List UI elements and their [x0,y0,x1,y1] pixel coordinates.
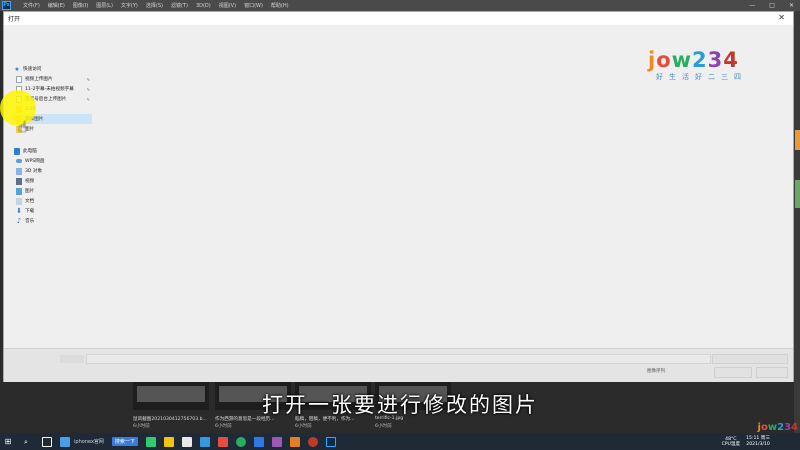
menu-3d[interactable]: 3D(D) [196,3,211,9]
menu-bar: Ps 文件(F) 编辑(E) 图像(I) 图层(L) 文字(Y) 选择(S) 滤… [0,0,800,11]
clock[interactable]: 15:11 周三 2021/3/10 [746,436,770,448]
photoshop-window: Ps 文件(F) 编辑(E) 图像(I) 图层(L) 文字(Y) 选择(S) 滤… [0,0,800,450]
nav-label: 3D 对象 [25,169,43,174]
app-icon[interactable] [289,436,300,447]
chrome-icon[interactable] [235,436,246,447]
minimize-icon[interactable]: — [749,2,755,9]
nav-label: 图片 [25,189,35,194]
app-icon[interactable] [253,436,264,447]
watermark-logo: jow234 好生活好二三四 [648,48,778,82]
cloud-icon [16,159,22,163]
menu-layer[interactable]: 图层(L) [96,2,113,9]
dialog-footer: 图像序列 [4,348,793,382]
menu-filter[interactable]: 滤镜(T) [171,2,188,9]
dialog-title: 打开 [8,16,21,23]
computer-icon [14,147,20,155]
app-icon[interactable] [217,436,228,447]
photoshop-taskbar-icon[interactable] [325,436,336,447]
app-icon[interactable] [181,436,192,447]
menu-file[interactable]: 文件(F) [23,2,40,9]
thumb-time: 6小时前 [375,424,392,429]
panel-tab[interactable] [795,130,800,150]
app-icon[interactable] [145,436,156,447]
nav-this-pc[interactable]: 此电脑 [12,146,92,156]
photoshop-logo-icon: Ps [2,1,11,10]
thumb-time: 6小时前 [215,424,232,429]
pictures-icon [16,187,22,195]
documents-icon [16,197,22,205]
pin-icon: ✎ [86,86,90,92]
file-explorer-icon[interactable] [163,436,174,447]
window-controls: — □ ✕ [749,0,794,11]
app-icon[interactable] [199,436,210,447]
logo-text: jow234 [648,48,739,72]
menu-type[interactable]: 文字(Y) [121,2,138,9]
nav-label: 音乐 [25,219,35,224]
record-icon[interactable] [307,436,318,447]
cancel-button[interactable] [756,367,788,378]
hand-cursor-icon: ☝ [18,118,28,136]
nav-item[interactable]: 3D 对象 [12,166,92,176]
menu-window[interactable]: 窗口(W) [244,2,263,9]
nav-quick-access[interactable]: ★ 快速访问 [12,64,92,74]
panel-tab[interactable] [795,180,800,208]
task-view-icon[interactable] [42,436,52,447]
nav-label: 视频 [25,179,35,184]
nav-item[interactable]: 文档 [12,196,92,206]
video-icon [16,177,22,185]
download-icon: ⬇ [16,206,22,215]
nav-label: 视频上传图片 [25,77,53,82]
nav-label: WPS网盘 [25,159,45,164]
windows-taskbar: ⊞ ⌕ iphonex官网 搜索一下 48°C CPU温度 15:11 周三 2… [0,433,800,450]
menu-view[interactable]: 视图(V) [219,2,236,9]
document-icon [16,75,22,83]
search-icon[interactable]: ⌕ [24,437,34,447]
app-icon[interactable] [60,436,70,447]
cpu-temp: 48°C CPU温度 [721,436,741,447]
open-button[interactable] [714,367,752,378]
nav-label: 11-2字幕-未拍视频字幕 [25,87,74,92]
nav-item[interactable]: ⬇ 下载 [12,206,92,216]
nav-item[interactable]: ♪ 音乐 [12,216,92,226]
filetype-select[interactable] [712,354,788,364]
close-icon[interactable]: ✕ [778,14,785,22]
taskbar-search-text[interactable]: iphonex官网 [74,438,104,445]
thumb-time: 6小时前 [133,424,150,429]
logo-subtitle: 好生活好二三四 [656,73,747,81]
open-dialog: 打开 ✕ ★ 快速访问 视频上传图片 ✎ 11-2字幕-未拍视频字幕 ✎ 百家号… [3,11,794,382]
maximize-icon[interactable]: □ [769,2,775,9]
image-sequence-checkbox[interactable]: 图像序列 [647,368,665,374]
search-button[interactable]: 搜索一下 [111,437,138,446]
star-icon: ★ [14,65,20,73]
windows-start-icon[interactable]: ⊞ [0,433,16,450]
filename-label [60,355,84,363]
pin-icon: ✎ [86,76,90,82]
nav-label: 文档 [25,199,35,204]
nav-label: 此电脑 [23,149,37,154]
nav-label: 快速访问 [23,67,42,72]
navigation-pane: ★ 快速访问 视频上传图片 ✎ 11-2字幕-未拍视频字幕 ✎ 百家号后台上传图… [12,64,92,226]
nav-item[interactable]: WPS网盘 [12,156,92,166]
close-window-icon[interactable]: ✕ [789,2,794,9]
panel-strip [794,11,800,433]
menu-image[interactable]: 图像(I) [73,2,88,9]
system-tray: 48°C CPU温度 15:11 周三 2021/3/10 [722,433,770,450]
nav-item[interactable]: 视频 [12,176,92,186]
pin-icon: ✎ [86,96,90,102]
3d-objects-icon [16,167,22,175]
nav-item[interactable]: 视频上传图片 ✎ [12,74,92,84]
music-icon: ♪ [16,216,22,225]
thumb-time: 6小时前 [295,424,312,429]
filename-input[interactable] [86,354,711,364]
video-subtitle: 打开一张要进行修改的图片 [262,393,538,417]
corner-watermark-logo: jow234 [757,422,798,433]
menu-edit[interactable]: 编辑(E) [48,2,65,9]
dialog-titlebar: 打开 [4,12,793,25]
nav-label: 下载 [25,209,35,214]
app-icon[interactable] [271,436,282,447]
menu-select[interactable]: 选择(S) [146,2,163,9]
nav-item[interactable]: 图片 [12,186,92,196]
menu-help[interactable]: 帮助(H) [271,2,289,9]
